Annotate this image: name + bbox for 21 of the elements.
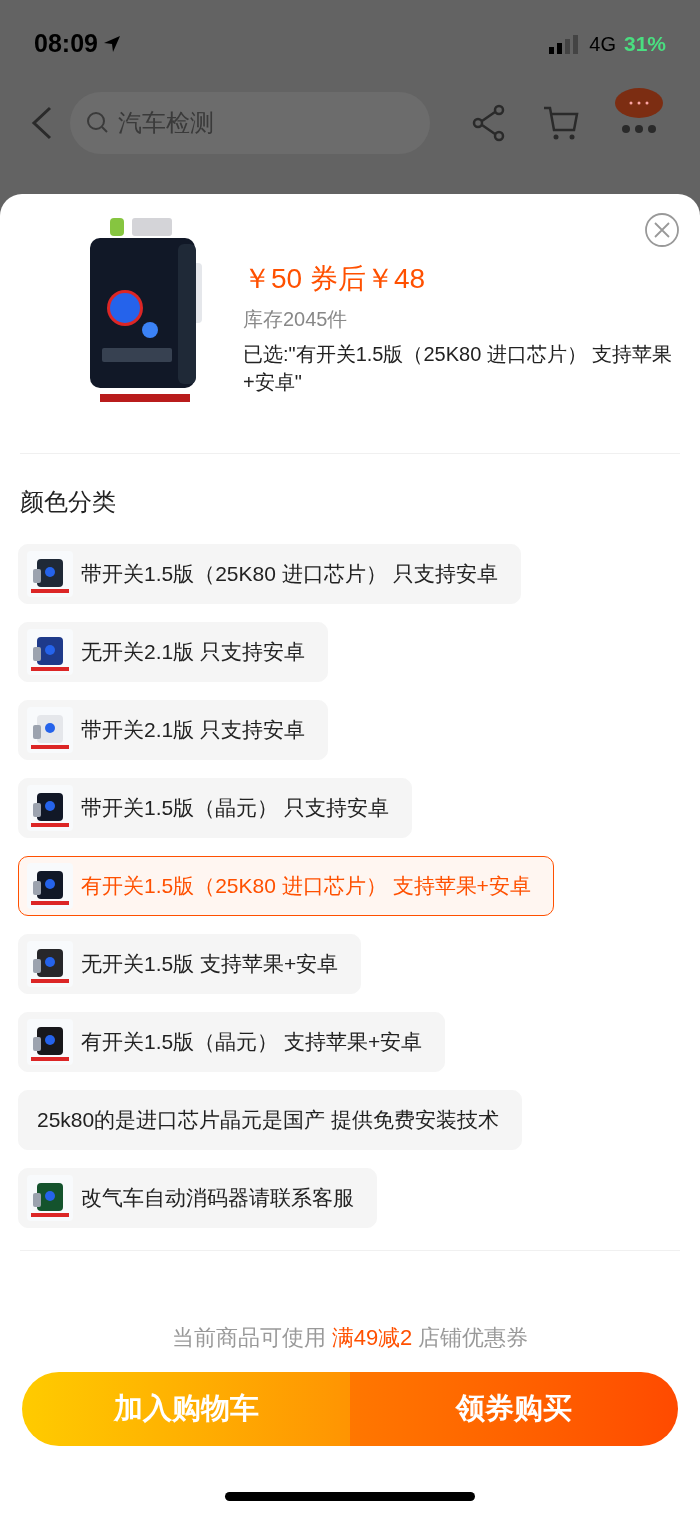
selected-variant: 已选:"有开关1.5版（25K80 进口芯片） 支持苹果+安卓" <box>243 342 674 395</box>
close-icon[interactable] <box>644 212 680 248</box>
battery-percentage: 31% <box>623 31 666 58</box>
section-title: 颜色分类 <box>19 487 117 517</box>
price: ￥50 券后￥48 <box>243 262 427 296</box>
variant-option[interactable]: 带开关2.1版 只支持安卓 <box>18 700 329 760</box>
variant-option[interactable]: 25k80的是进口芯片晶元是国产 提供免费安装技术 <box>18 1090 523 1150</box>
back-icon[interactable] <box>30 106 54 140</box>
cart-icon[interactable] <box>542 104 580 142</box>
variant-option[interactable]: 改气车自动消码器请联系客服 <box>18 1168 377 1228</box>
status-time: 08:09 <box>34 28 98 60</box>
network-label: 4G <box>589 32 616 57</box>
variant-option[interactable]: 无开关1.5版 支持苹果+安卓 <box>18 934 362 994</box>
variant-option[interactable]: 无开关2.1版 只支持安卓 <box>18 622 329 682</box>
search-icon <box>86 111 110 135</box>
variant-option[interactable]: 带开关1.5版（晶元） 只支持安卓 <box>18 778 413 838</box>
coupon-notice: 当前商品可使用 满49减2 店铺优惠券 <box>171 1324 529 1352</box>
share-icon[interactable] <box>472 104 506 142</box>
stock-count: 库存2045件 <box>243 307 349 332</box>
variant-option[interactable]: 带开关1.5版（25K80 进口芯片） 只支持安卓 <box>18 544 521 604</box>
variant-option[interactable]: 有开关1.5版（晶元） 支持苹果+安卓 <box>18 1012 446 1072</box>
